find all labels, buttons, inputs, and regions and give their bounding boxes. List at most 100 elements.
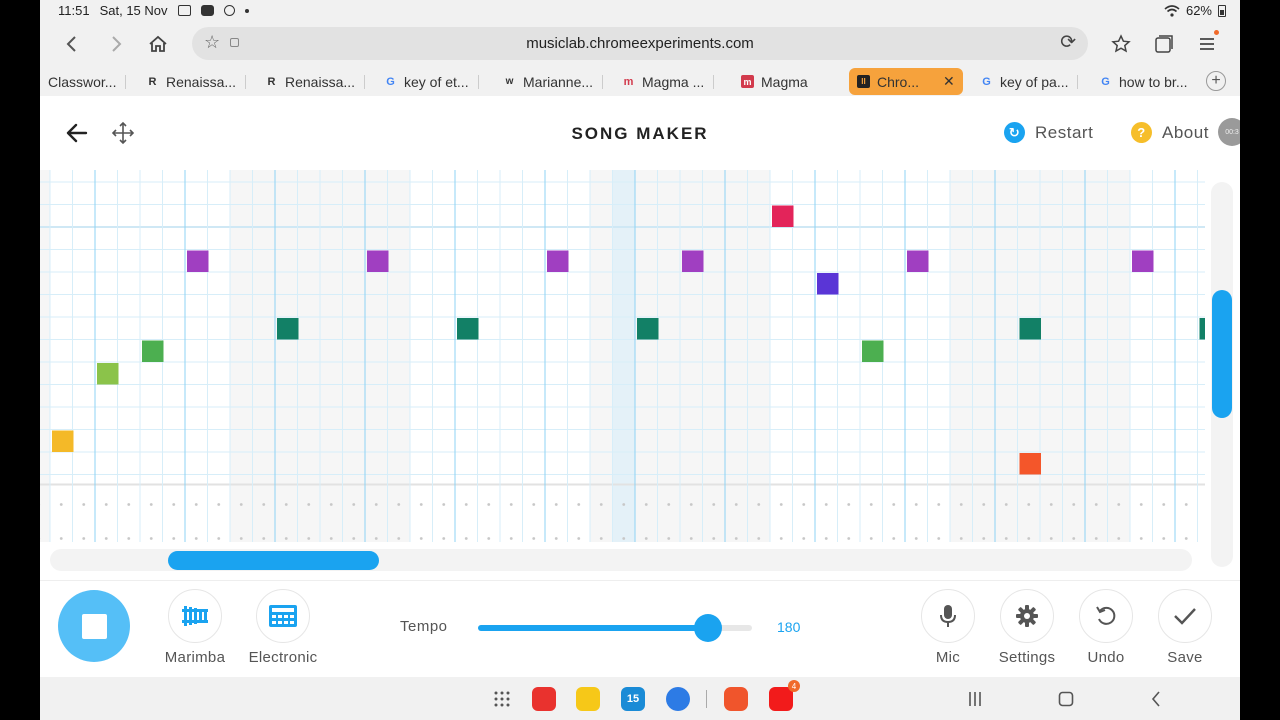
about-label: About — [1162, 122, 1209, 142]
rhythm-dot — [104, 503, 108, 506]
restart-icon: ↻ — [1004, 122, 1025, 143]
song-grid[interactable] — [40, 170, 1205, 542]
undo-button[interactable]: Undo — [1066, 589, 1146, 666]
rhythm-dot — [464, 537, 468, 540]
rhythm-dot — [284, 537, 288, 540]
rhythm-dot — [1139, 503, 1143, 506]
rhythm-dot — [622, 503, 626, 506]
rhythm-dot — [712, 537, 716, 540]
marimba-label: Marimba — [164, 649, 226, 666]
rhythm-dot — [1004, 503, 1008, 506]
back-nav-icon[interactable] — [1150, 691, 1162, 707]
reload-icon[interactable]: ⟳ — [1060, 31, 1076, 54]
rhythm-dot — [1184, 537, 1188, 540]
app-header: SONG MAKER ↻ Restart ? About 00:3 — [40, 96, 1240, 170]
about-button[interactable]: ? About — [1131, 122, 1209, 143]
chevron-right-icon — [112, 36, 122, 52]
rhythm-dot — [667, 503, 671, 506]
renaissance-favicon-icon: R — [148, 75, 157, 88]
tempo-slider-fill — [478, 625, 709, 631]
google-favicon-icon: G — [386, 75, 395, 88]
undo-label: Undo — [1087, 649, 1125, 666]
note-cell — [817, 273, 839, 295]
rhythm-dot — [217, 503, 221, 506]
settings-button[interactable]: Settings — [987, 589, 1067, 666]
rhythm-dot — [577, 503, 581, 506]
instrument-ring — [256, 589, 310, 643]
electronic-button[interactable]: Electronic — [243, 589, 323, 666]
rhythm-dot — [82, 503, 86, 506]
bookmarks-button[interactable] — [1107, 30, 1135, 58]
forward-button[interactable] — [102, 30, 130, 58]
save-button[interactable]: Save — [1145, 589, 1225, 666]
home-nav-icon[interactable] — [1058, 691, 1074, 707]
tabs-button[interactable] — [1150, 30, 1178, 58]
calendar-app-icon[interactable]: 15 — [621, 687, 645, 711]
mic-button[interactable]: Mic — [908, 589, 988, 666]
new-tab-button[interactable]: + — [1206, 71, 1226, 91]
tab-renaissance-2[interactable]: R Renaissa... — [265, 68, 366, 95]
tempo-label: Tempo — [400, 618, 448, 635]
rhythm-dot — [802, 537, 806, 540]
settings-notification-icon — [223, 5, 235, 16]
note-cell — [637, 318, 659, 340]
stop-icon — [81, 613, 107, 639]
settings-label: Settings — [998, 649, 1056, 666]
rhythm-dot — [734, 537, 738, 540]
rhythm-dot — [824, 537, 828, 540]
address-bar[interactable]: ☆ musiclab.chromeexperiments.com ⟳ — [192, 27, 1088, 60]
stop-button[interactable] — [58, 590, 130, 662]
rhythm-dot — [1117, 503, 1121, 506]
app-drawer-icon[interactable] — [494, 691, 510, 707]
files-app-icon[interactable] — [576, 687, 600, 711]
home-button[interactable] — [144, 30, 172, 58]
chrome-music-lab-favicon-icon: II — [857, 75, 870, 88]
tab-magma-1[interactable]: m Magma ... — [622, 68, 715, 95]
note-cell — [1019, 453, 1041, 475]
rhythm-dot — [622, 537, 626, 540]
rhythm-dot — [82, 537, 86, 540]
rhythm-dot — [982, 503, 986, 506]
back-button[interactable] — [58, 30, 86, 58]
messages-app-icon[interactable] — [666, 687, 690, 711]
tab-renaissance-1[interactable]: R Renaissa... — [146, 68, 247, 95]
close-tab-icon[interactable]: ✕ — [943, 73, 955, 90]
control-ring — [1158, 589, 1212, 643]
screen-recorder-app-icon[interactable] — [724, 687, 748, 711]
restart-button[interactable]: ↻ Restart — [1004, 122, 1093, 143]
playhead-column — [612, 170, 635, 542]
rhythm-dot — [937, 503, 941, 506]
rhythm-dot — [104, 537, 108, 540]
rhythm-dot — [757, 537, 761, 540]
instrument-ring — [168, 589, 222, 643]
vertical-scrollbar-thumb[interactable] — [1212, 290, 1232, 418]
tab-chrome-music-lab[interactable]: II Chro... ✕ — [849, 68, 963, 95]
marimba-button[interactable]: Marimba — [155, 589, 235, 666]
tab-key-of-et[interactable]: G key of et... — [384, 68, 479, 95]
tempo-slider-handle[interactable] — [694, 614, 723, 642]
rhythm-dot — [1049, 503, 1053, 506]
rhythm-dot — [194, 503, 198, 506]
horizontal-scrollbar-thumb[interactable] — [168, 551, 379, 570]
note-grid-canvas[interactable] — [40, 170, 1205, 542]
recent-apps-icon[interactable] — [968, 691, 982, 707]
tab-marianne[interactable]: w Marianne... — [503, 68, 604, 95]
renaissance-favicon-icon: R — [267, 75, 276, 88]
note-cell — [907, 250, 929, 272]
tab-how-to-br[interactable]: G how to br... — [1099, 68, 1187, 95]
tab-magma-2[interactable]: m Magma — [741, 68, 808, 95]
rhythm-dot — [374, 503, 378, 506]
tablet-screen: 11:51 Sat, 15 Nov 62% ☆ musiclab.chromee… — [40, 0, 1240, 720]
tab-classwork[interactable]: Classwor... — [48, 68, 127, 95]
menu-button[interactable] — [1193, 30, 1221, 58]
gallery-icon — [177, 5, 191, 16]
tab-key-of-pa[interactable]: G key of pa... — [980, 68, 1079, 95]
flipboard-app-icon[interactable] — [532, 687, 556, 711]
recording-timer-badge[interactable]: 00:3 — [1218, 118, 1240, 146]
rhythm-dot — [532, 537, 536, 540]
tab-label: Renaissa... — [166, 73, 237, 90]
note-cell — [187, 250, 209, 272]
rhythm-dot — [1004, 537, 1008, 540]
google-favicon-icon: G — [1101, 75, 1110, 88]
note-cell — [97, 363, 119, 385]
